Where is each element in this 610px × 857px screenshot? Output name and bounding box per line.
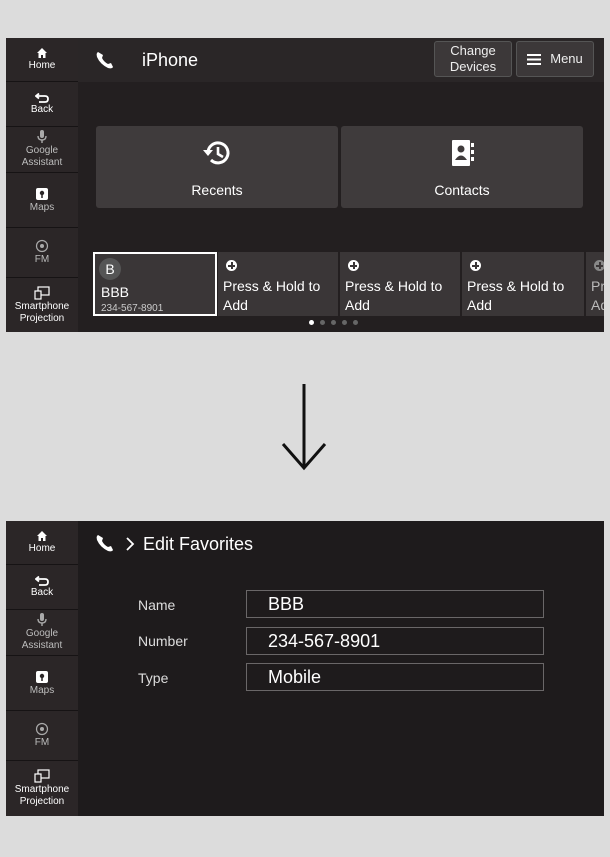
page-dot [353,320,358,325]
change-devices-button[interactable]: Change Devices [434,41,512,77]
microphone-icon [37,130,47,143]
type-label: Type [138,670,169,686]
favorite-name: BBB [101,284,130,300]
sidebar-item-label: FM [34,737,50,748]
sidebar-item-label: Smartphone Projection [14,784,70,807]
favorite-add-text: Press & Hold to Add [223,278,321,313]
phone-icon [96,52,113,69]
sidebar-item-label: Google Assistant [21,145,63,168]
plus-circle-icon [348,260,359,271]
back-icon [35,575,49,586]
phone-icon [96,535,113,552]
name-label: Name [138,597,176,613]
number-field[interactable]: 234-567-8901 [246,627,544,655]
type-field[interactable]: Mobile [246,663,544,691]
sidebar: Home Back Google Assistant Maps FM Smart… [6,521,78,816]
breadcrumb: Edit Favorites [143,534,254,554]
contacts-icon [452,140,474,166]
favorite-add-text: Press & Hold to Add [467,278,565,313]
home-icon [37,531,47,541]
back-icon [35,92,49,103]
home-icon [37,48,47,58]
sidebar-item-back[interactable]: Back [6,565,78,610]
sidebar-item-label: Back [30,103,54,115]
sidebar-item-fm[interactable]: FM [6,711,78,761]
microphone-icon [37,613,47,626]
phone-projection-icon [34,285,50,300]
favorite-slot-3[interactable]: Press & Hold to Add [340,252,460,316]
sidebar-item-label: Maps [29,201,55,213]
name-field[interactable]: BBB [246,590,544,618]
contacts-tile[interactable]: Contacts [341,126,583,208]
radio-icon [35,722,49,736]
number-label: Number [138,633,188,649]
edit-favorites-screen: Home Back Google Assistant Maps FM Smart… [6,521,604,816]
sidebar-item-label: Maps [29,684,55,696]
sidebar-item-label: Back [30,586,54,598]
sidebar-item-smartphone-projection[interactable]: Smartphone Projection [6,278,78,332]
favorite-slot-5[interactable]: Press & Hold to Add [586,252,604,316]
page-dot [342,320,347,325]
favorite-slot-2[interactable]: Press & Hold to Add [218,252,338,316]
favorite-add-text: Press & Hold to Add [345,278,443,313]
page-dot [309,320,314,325]
favorite-slot-4[interactable]: Press & Hold to Add [462,252,584,316]
plus-circle-icon [470,260,481,271]
phone-screen: Home Back Google Assistant Maps FM Smart… [6,38,604,332]
page-indicator [309,320,358,325]
favorite-avatar: B [99,258,121,280]
menu-button[interactable]: Menu [516,41,594,77]
sidebar-item-google-assistant[interactable]: Google Assistant [6,127,78,173]
favorite-number: 234-567-8901 [101,303,164,314]
sidebar-item-label: FM [34,254,50,265]
favorite-add-text: Press & Hold to Add [591,278,604,313]
plus-circle-icon [594,260,604,271]
radio-icon [35,239,49,253]
sidebar-item-home[interactable]: Home [6,38,78,82]
sidebar-item-maps[interactable]: Maps [6,173,78,228]
sidebar-item-label: Home [28,543,56,554]
page-title: iPhone [142,50,199,70]
sidebar-item-back[interactable]: Back [6,82,78,127]
phone-projection-icon [34,769,50,783]
sidebar-item-label: Home [28,60,56,71]
sidebar-item-label: Google Assistant [21,628,63,651]
tile-label: Contacts [434,182,490,198]
sidebar-item-fm[interactable]: FM [6,228,78,278]
sidebar-item-label: Smartphone Projection [14,300,70,324]
page-dot [331,320,336,325]
arrow-down-icon [281,384,327,471]
recents-tile[interactable]: Recents [96,126,338,208]
menu-label: Menu [550,51,583,66]
tile-label: Recents [191,182,243,198]
page-dot [320,320,325,325]
chevron-right-icon [126,537,135,551]
sidebar-item-home[interactable]: Home [6,521,78,565]
plus-circle-icon [226,260,237,271]
map-pin-icon [36,187,48,200]
sidebar-item-google-assistant[interactable]: Google Assistant [6,610,78,656]
sidebar: Home Back Google Assistant Maps FM Smart… [6,38,78,332]
favorite-slot-1[interactable]: B BBB 234-567-8901 [93,252,217,316]
sidebar-item-smartphone-projection[interactable]: Smartphone Projection [6,761,78,816]
sidebar-item-maps[interactable]: Maps [6,656,78,711]
history-icon [203,141,230,165]
hamburger-icon [527,53,542,65]
map-pin-icon [36,670,48,683]
